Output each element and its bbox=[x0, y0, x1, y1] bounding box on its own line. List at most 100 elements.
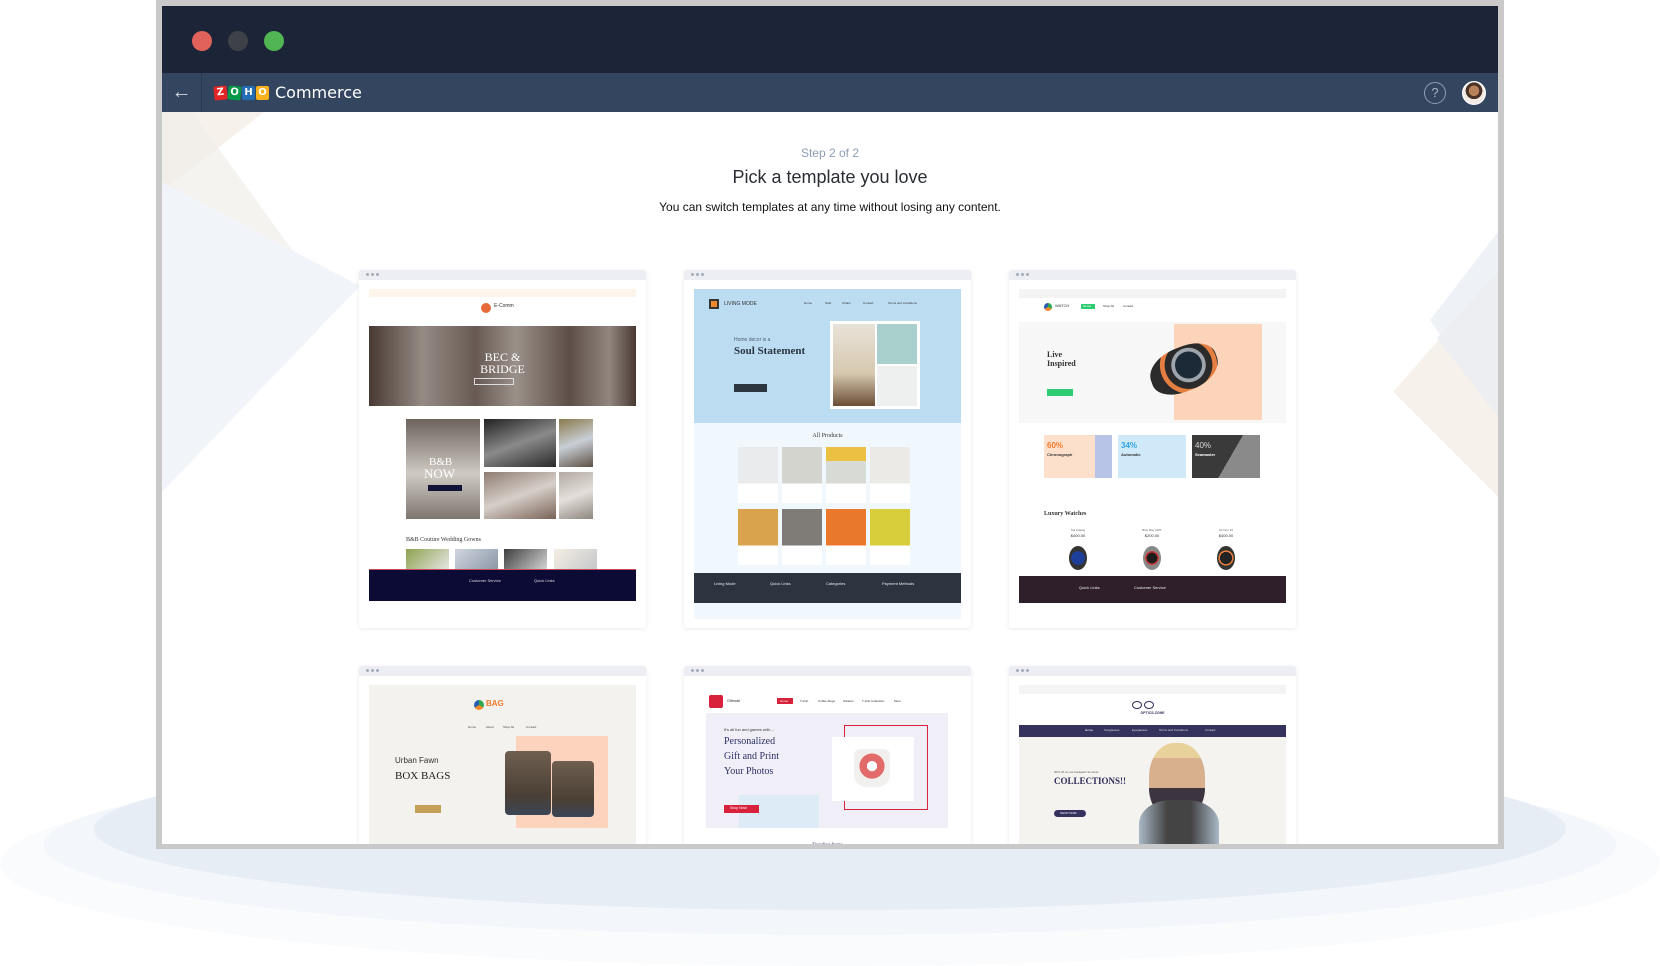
logo-icon bbox=[709, 299, 719, 309]
close-window-button[interactable] bbox=[192, 31, 212, 51]
app-window: ← Z O H O Commerce ? Step 2 of 2 Pick a … bbox=[162, 6, 1498, 844]
template-card-bag[interactable]: BAG Home About Shop All Contact Urban Fa… bbox=[359, 666, 646, 844]
hero-button: SHOP NOW bbox=[1060, 810, 1077, 815]
template-card-living-mode[interactable]: LIVING MODE Home Sofa Chairs Contact Ter… bbox=[684, 270, 971, 628]
nav-link: Stickers bbox=[843, 698, 854, 703]
promo-value: 60% bbox=[1047, 441, 1064, 450]
card-titlebar bbox=[1009, 666, 1296, 676]
nav-link: Shop All bbox=[1103, 303, 1115, 308]
card-titlebar bbox=[1009, 270, 1296, 280]
hero-title: Soul Statement bbox=[734, 345, 806, 357]
template-card-optics-zone[interactable]: OPTICS-ZONE Home Sunglasses Eyeglasses T… bbox=[1009, 666, 1296, 844]
nav-link: T-shirt Collection bbox=[862, 698, 885, 703]
template-card-watch[interactable]: WATCH Home Shop All Contact Live Inspire… bbox=[1009, 270, 1296, 628]
minimize-window-button[interactable] bbox=[228, 31, 248, 51]
template-brand: BAG bbox=[486, 699, 504, 708]
footer-col: Quick Links bbox=[534, 578, 555, 583]
nav-link: Chairs bbox=[842, 301, 851, 305]
template-brand: Giftwall bbox=[727, 698, 741, 703]
nav-link: T-shirt bbox=[800, 698, 809, 703]
template-preview: BAG Home About Shop All Contact Urban Fa… bbox=[369, 685, 636, 844]
footer-col: Customer Service bbox=[469, 578, 501, 583]
promo-label: Automatic bbox=[1121, 452, 1141, 457]
nav-link: Contact bbox=[526, 725, 537, 729]
footer-col: Customer Service bbox=[1134, 585, 1166, 590]
brand-name: Commerce bbox=[275, 83, 362, 102]
page-subtitle: You can switch templates at any time wit… bbox=[659, 200, 1001, 214]
nav-link: Eyeglasses bbox=[1132, 728, 1148, 732]
nav-link: Home bbox=[1083, 303, 1092, 308]
page-heading: Step 2 of 2 Pick a template you love You… bbox=[162, 146, 1498, 214]
logo-icon bbox=[481, 303, 491, 313]
hero-kicker: It's all fun and games with ... bbox=[724, 727, 775, 732]
zoho-logo-icon: Z O H O bbox=[213, 84, 269, 101]
nav-link: Sofa bbox=[825, 301, 832, 305]
nav-link: Terms and Conditions bbox=[888, 301, 918, 305]
product-name: Chrono 45 bbox=[1218, 528, 1233, 532]
product-name: Blue Bay GMT bbox=[1142, 528, 1162, 532]
template-preview: OPTICS-ZONE Home Sunglasses Eyeglasses T… bbox=[1019, 685, 1286, 844]
page-title: Pick a template you love bbox=[732, 167, 928, 187]
logo-icon bbox=[474, 700, 484, 710]
user-avatar[interactable] bbox=[1462, 80, 1486, 105]
template-brand: OPTICS-ZONE bbox=[1140, 711, 1165, 715]
help-icon[interactable]: ? bbox=[1424, 81, 1446, 104]
footer-col: Living Mode bbox=[714, 581, 736, 586]
template-preview: E-Comm BEC & BRIDGE B&B NOW B&B Couture … bbox=[369, 289, 636, 619]
nav-link: Home bbox=[804, 301, 813, 305]
glasses-logo-icon bbox=[1132, 701, 1142, 709]
hero-button: Shop Now! bbox=[730, 805, 748, 810]
hero-title-line-2: Inspired bbox=[1047, 359, 1076, 368]
logo-letter-o: O bbox=[227, 84, 242, 101]
top-navbar: ← Z O H O Commerce ? bbox=[162, 73, 1498, 112]
footer-col: Payment Methods bbox=[882, 581, 915, 586]
section-title: Luxury Watches bbox=[1044, 511, 1087, 517]
stage: ← Z O H O Commerce ? Step 2 of 2 Pick a … bbox=[0, 0, 1660, 966]
hero-title-line-2: BRIDGE bbox=[480, 362, 525, 376]
back-button[interactable]: ← bbox=[162, 73, 202, 112]
nav-link: Shop All bbox=[503, 725, 515, 729]
logo-letter-z: Z bbox=[213, 84, 228, 101]
nav-link: Home bbox=[468, 725, 477, 729]
template-preview: LIVING MODE Home Sofa Chairs Contact Ter… bbox=[694, 289, 961, 619]
template-brand: LIVING MODE bbox=[724, 301, 757, 307]
hero-title-line-3: Your Photos bbox=[724, 766, 774, 777]
product-price: $400.00 bbox=[1218, 533, 1234, 538]
promo-value: 34% bbox=[1121, 441, 1138, 450]
hero-title: COLLECTIONS!! bbox=[1054, 776, 1127, 786]
nav-link: Home bbox=[1085, 728, 1094, 732]
promo-label: Chronograph bbox=[1047, 452, 1073, 457]
logo-letter-o-2: O bbox=[256, 85, 269, 100]
tile-title-2: NOW bbox=[424, 466, 456, 481]
footer-col: Quick Links bbox=[1079, 585, 1100, 590]
template-card-giftwall[interactable]: Giftwall Home T-shirt Coffee Mugs Sticke… bbox=[684, 666, 971, 844]
template-card-ecomm[interactable]: E-Comm BEC & BRIDGE B&B NOW B&B Couture … bbox=[359, 270, 646, 628]
zoho-commerce-logo: Z O H O Commerce bbox=[213, 83, 362, 102]
footer-col: Quick Links bbox=[770, 581, 791, 586]
logo-icon bbox=[1044, 303, 1052, 311]
product-price: $400.00 bbox=[1070, 533, 1086, 538]
product-name: Sol Analog bbox=[1070, 528, 1086, 532]
nav-link: More bbox=[894, 698, 901, 703]
nav-link: Contact bbox=[863, 301, 874, 305]
navbar-actions: ? bbox=[1424, 80, 1486, 105]
hero-kicker: Urban Fawn bbox=[395, 756, 439, 765]
template-brand: E-Comm bbox=[494, 303, 514, 309]
card-titlebar bbox=[684, 270, 971, 280]
section-title: All Products bbox=[812, 433, 843, 439]
template-picker: Step 2 of 2 Pick a template you love You… bbox=[162, 112, 1498, 844]
title-bar bbox=[162, 6, 1498, 73]
logo-icon bbox=[709, 695, 723, 708]
footer-col: Categories bbox=[826, 581, 846, 586]
section-title: Trending Items bbox=[694, 843, 961, 844]
hero-title-line-1: Personalized bbox=[724, 736, 776, 747]
section-title: B&B Couture Wedding Gowns bbox=[406, 537, 481, 543]
maximize-window-button[interactable] bbox=[264, 31, 284, 51]
template-preview: Giftwall Home T-shirt Coffee Mugs Sticke… bbox=[694, 685, 961, 844]
hero-title-line-2: Gift and Print bbox=[724, 751, 779, 762]
template-brand: WATCH bbox=[1055, 303, 1070, 308]
arrow-left-icon: ← bbox=[171, 81, 192, 103]
nav-link: Home bbox=[780, 698, 789, 703]
nav-link: Coffee Mugs bbox=[818, 698, 835, 703]
hero-kicker: 30% off on our Fantastic Summer bbox=[1054, 770, 1099, 774]
